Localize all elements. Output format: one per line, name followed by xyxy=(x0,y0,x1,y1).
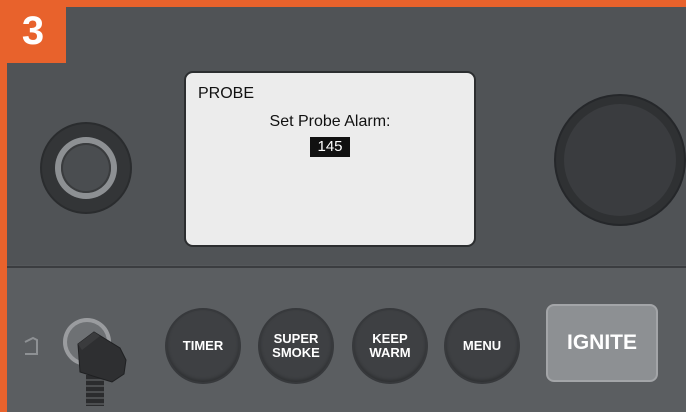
probe-connector-icon xyxy=(77,331,127,406)
timer-button-label: TIMER xyxy=(182,338,224,353)
menu-button-label: MENU xyxy=(462,338,502,353)
super-smoke-line-1: SUPER xyxy=(273,331,319,346)
display-prompt: Set Probe Alarm: xyxy=(269,113,391,130)
power-button-core xyxy=(61,143,111,193)
super-smoke-line-2: SMOKE xyxy=(272,345,320,360)
probe-icon xyxy=(24,336,38,355)
keep-warm-button[interactable]: KEEP WARM xyxy=(354,310,426,382)
display-mode-label: PROBE xyxy=(198,85,255,102)
menu-button[interactable]: MENU xyxy=(446,310,518,382)
keep-warm-line-2: WARM xyxy=(369,345,411,360)
probe-alarm-value: 145 xyxy=(310,137,350,157)
lcd-display: PROBE Set Probe Alarm: 145 xyxy=(184,71,476,247)
super-smoke-button-label: SUPER SMOKE xyxy=(266,332,326,360)
control-dial-icon[interactable] xyxy=(556,96,684,224)
keep-warm-button-label: KEEP WARM xyxy=(360,332,420,360)
keep-warm-line-1: KEEP xyxy=(372,331,408,346)
control-dial-face xyxy=(564,104,676,216)
timer-button[interactable]: TIMER xyxy=(167,310,239,382)
grill-control-panel-illustration: 3 PROBE Set Probe Alarm: 145 TIMER SUPER… xyxy=(0,0,686,412)
display-value-row: 145 xyxy=(186,137,474,157)
super-smoke-button[interactable]: SUPER SMOKE xyxy=(260,310,332,382)
power-button-icon[interactable] xyxy=(42,124,130,212)
ignite-button[interactable]: IGNITE xyxy=(546,304,658,382)
step-number-badge: 3 xyxy=(0,0,66,63)
